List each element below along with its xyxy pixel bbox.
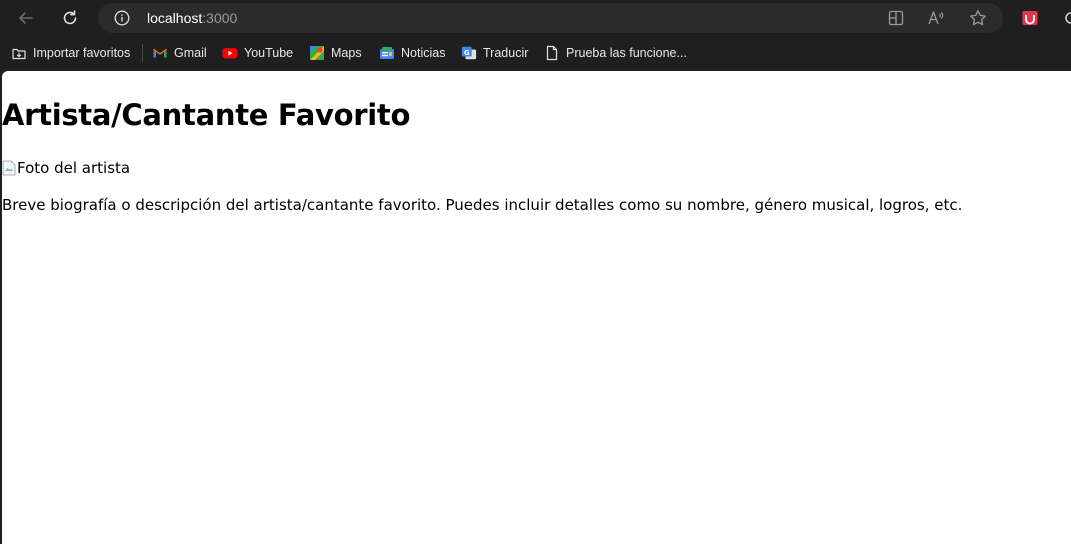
bookmark-gmail[interactable]: Gmail: [152, 43, 207, 63]
refresh-icon: [63, 10, 77, 25]
bookmark-label: Importar favoritos: [33, 46, 131, 60]
bookmark-prueba-funciones[interactable]: Prueba las funcione...: [544, 43, 687, 63]
url-port: :3000: [202, 10, 238, 26]
bookmarks-divider: [142, 44, 143, 62]
artist-bio: Breve biografía o descripción del artist…: [2, 196, 963, 214]
address-url[interactable]: localhost:3000: [147, 10, 237, 26]
bookmark-youtube[interactable]: YouTube: [222, 43, 293, 63]
bookmark-noticias[interactable]: Noticias: [379, 43, 445, 63]
split-screen-button[interactable]: [886, 8, 906, 28]
refresh-button[interactable]: [56, 4, 84, 32]
favorite-star-icon: [970, 10, 986, 26]
info-icon[interactable]: [114, 10, 130, 26]
bookmark-label: Prueba las funcione...: [566, 46, 687, 60]
page-title: Artista/Cantante Favorito: [2, 98, 411, 132]
bookmark-label: Traducir: [483, 46, 529, 60]
url-host: localhost: [147, 10, 203, 26]
page-icon: [544, 45, 560, 61]
favorite-button[interactable]: [968, 8, 988, 28]
gmail-icon: [152, 45, 168, 61]
artist-photo: Foto del artista: [2, 158, 130, 178]
read-aloud-icon: [928, 11, 944, 25]
split-screen-icon: [888, 10, 904, 26]
import-favorites-icon: [11, 45, 27, 61]
back-arrow-icon: [19, 12, 33, 24]
youtube-icon: [222, 45, 238, 61]
back-button[interactable]: [12, 4, 40, 32]
bookmark-importar-favoritos[interactable]: Importar favoritos: [11, 43, 130, 63]
address-bar[interactable]: localhost:3000: [98, 3, 1003, 33]
bookmark-label: Gmail: [174, 46, 207, 60]
translate-icon: G: [461, 45, 477, 61]
artist-photo-alt: Foto del artista: [17, 159, 131, 177]
maps-icon: [309, 45, 325, 61]
bookmark-label: YouTube: [244, 46, 294, 60]
read-aloud-button[interactable]: [926, 8, 946, 28]
svg-text:G: G: [464, 48, 470, 57]
extension-icon: [1022, 11, 1038, 25]
news-icon: [379, 45, 395, 61]
broken-image-icon: [2, 160, 16, 176]
extension-button[interactable]: [1020, 8, 1040, 28]
bookmark-maps[interactable]: Maps: [309, 43, 362, 63]
settings-icon[interactable]: [1062, 9, 1071, 27]
page-viewport: Artista/Cantante Favorito Foto del artis…: [2, 71, 1071, 544]
bookmark-traducir[interactable]: G Traducir: [461, 43, 528, 63]
browser-toolbar: localhost:3000: [0, 0, 1071, 36]
bookmark-label: Maps: [331, 46, 362, 60]
bookmark-label: Noticias: [401, 46, 446, 60]
